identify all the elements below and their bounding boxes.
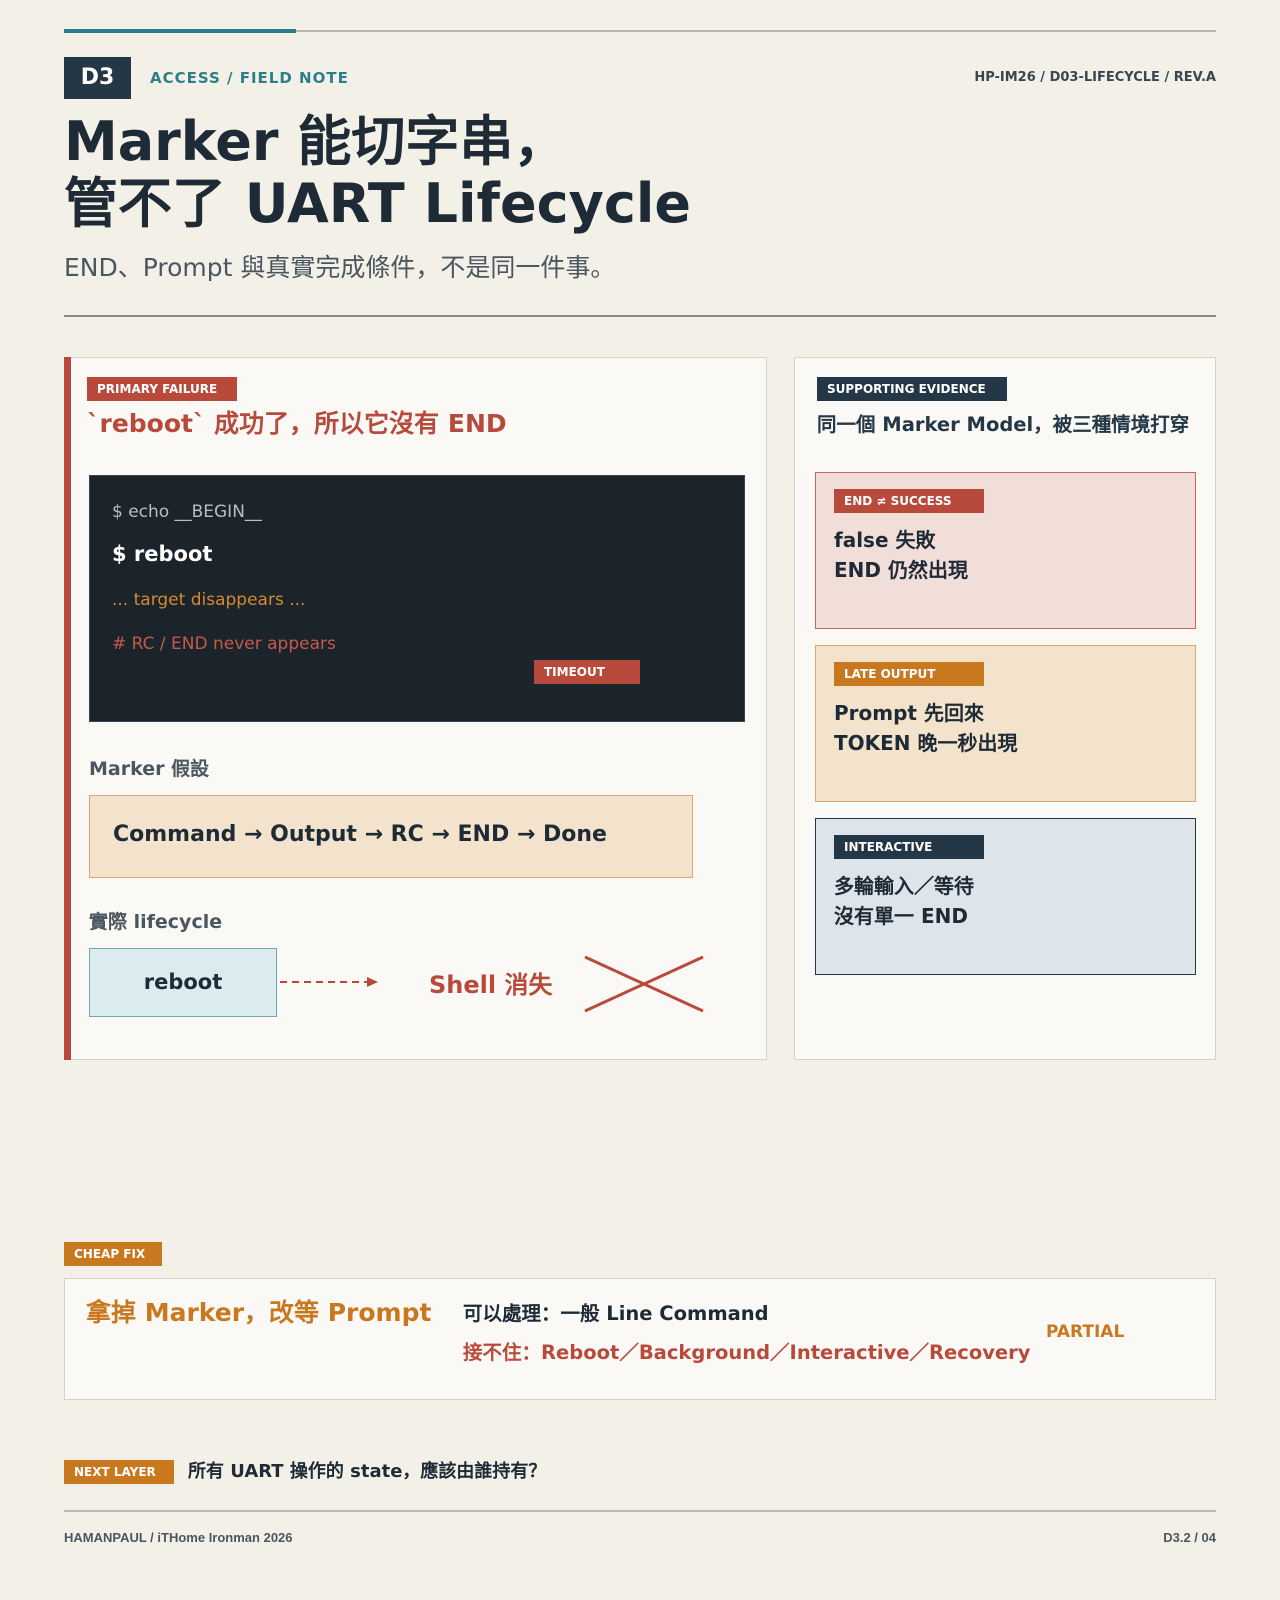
cheap-fix-tag: CHEAP FIX: [64, 1242, 162, 1266]
page-title-line2: 管不了 UART Lifecycle: [64, 172, 691, 235]
cheap-fix-can-handle: 可以處理：一般 Line Command: [463, 1302, 769, 1325]
next-layer-tag: NEXT LAYER: [64, 1460, 174, 1484]
cheap-fix-cannot-handle: 接不住：Reboot／Background／Interactive／Recove…: [463, 1341, 1031, 1364]
evidence-tag-late-output: LATE OUTPUT: [834, 662, 984, 686]
primary-card-accent-bar: [63, 356, 71, 1060]
next-layer-question: 所有 UART 操作的 state，應該由誰持有？: [188, 1461, 547, 1482]
cheap-fix-panel: 拿掉 Marker，改等 Prompt 可以處理：一般 Line Command…: [64, 1278, 1216, 1400]
timeout-badge: TIMEOUT: [534, 660, 640, 684]
supporting-heading: 同一個 Marker Model，被三種情境打穿: [817, 413, 1190, 436]
cheap-fix-status: PARTIAL: [1046, 1322, 1125, 1342]
terminal-line-disappears: ... target disappears ...: [112, 590, 306, 610]
top-rule-accent: [64, 29, 296, 33]
page-title-line1: Marker 能切字串，: [64, 110, 568, 173]
evidence-line-end-still-appears: END 仍然出現: [834, 558, 968, 582]
evidence-line-prompt-first: Prompt 先回來: [834, 701, 984, 725]
evidence-line-token-late: TOKEN 晚一秒出現: [834, 731, 1018, 755]
cheap-fix-title: 拿掉 Marker，改等 Prompt: [86, 1298, 432, 1327]
evidence-card-interactive: INTERACTIVE 多輪輸入／等待 沒有單一 END: [815, 818, 1196, 975]
actual-lifecycle-label: 實際 lifecycle: [89, 911, 223, 933]
evidence-line-false-failed: false 失敗: [834, 528, 936, 552]
reboot-box: reboot: [89, 948, 277, 1017]
terminal-line-never-appears: # RC / END never appears: [112, 634, 336, 654]
primary-failure-tag: PRIMARY FAILURE: [87, 377, 237, 401]
category-label: ACCESS / FIELD NOTE: [150, 69, 349, 87]
evidence-tag-interactive: INTERACTIVE: [834, 835, 984, 859]
marker-assumption-flow-box: Command → Output → RC → END → Done: [89, 795, 693, 878]
primary-failure-card: PRIMARY FAILURE `reboot` 成功了，所以它沒有 END $…: [63, 356, 767, 1060]
header-divider: [64, 315, 1216, 317]
evidence-line-no-single-end: 沒有單一 END: [834, 904, 968, 928]
terminal-line-echo: $ echo __BEGIN__: [112, 502, 262, 522]
footer-divider: [64, 1510, 1216, 1512]
evidence-card-late-output: LATE OUTPUT Prompt 先回來 TOKEN 晚一秒出現: [815, 645, 1196, 802]
document-reference: HP-IM26 / D03-LIFECYCLE / REV.A: [974, 70, 1216, 85]
marker-assumption-flow-text: Command → Output → RC → END → Done: [113, 822, 607, 847]
section-badge: D3: [64, 57, 131, 99]
dashed-arrow: [280, 977, 378, 987]
evidence-card-end-not-success: END ≠ SUCCESS false 失敗 END 仍然出現: [815, 472, 1196, 629]
primary-heading: `reboot` 成功了，所以它沒有 END: [87, 409, 507, 438]
evidence-line-multi-round-input: 多輪輸入／等待: [834, 874, 974, 898]
page-subtitle: END、Prompt 與真實完成條件，不是同一件事。: [64, 253, 616, 282]
marker-assumption-label: Marker 假設: [89, 758, 210, 780]
shell-gone-label: Shell 消失: [429, 971, 553, 999]
footer-page-number: D3.2 / 04: [1163, 1530, 1216, 1545]
footer-author: HAMANPAUL / iTHome Ironman 2026: [64, 1530, 293, 1545]
evidence-tag-end-not-success: END ≠ SUCCESS: [834, 489, 984, 513]
terminal-window: $ echo __BEGIN__ $ reboot ... target dis…: [89, 475, 745, 722]
failure-x-mark: [584, 955, 704, 1013]
terminal-line-reboot: $ reboot: [112, 542, 213, 566]
supporting-evidence-tag: SUPPORTING EVIDENCE: [817, 377, 1007, 401]
supporting-evidence-card: SUPPORTING EVIDENCE 同一個 Marker Model，被三種…: [794, 357, 1216, 1060]
